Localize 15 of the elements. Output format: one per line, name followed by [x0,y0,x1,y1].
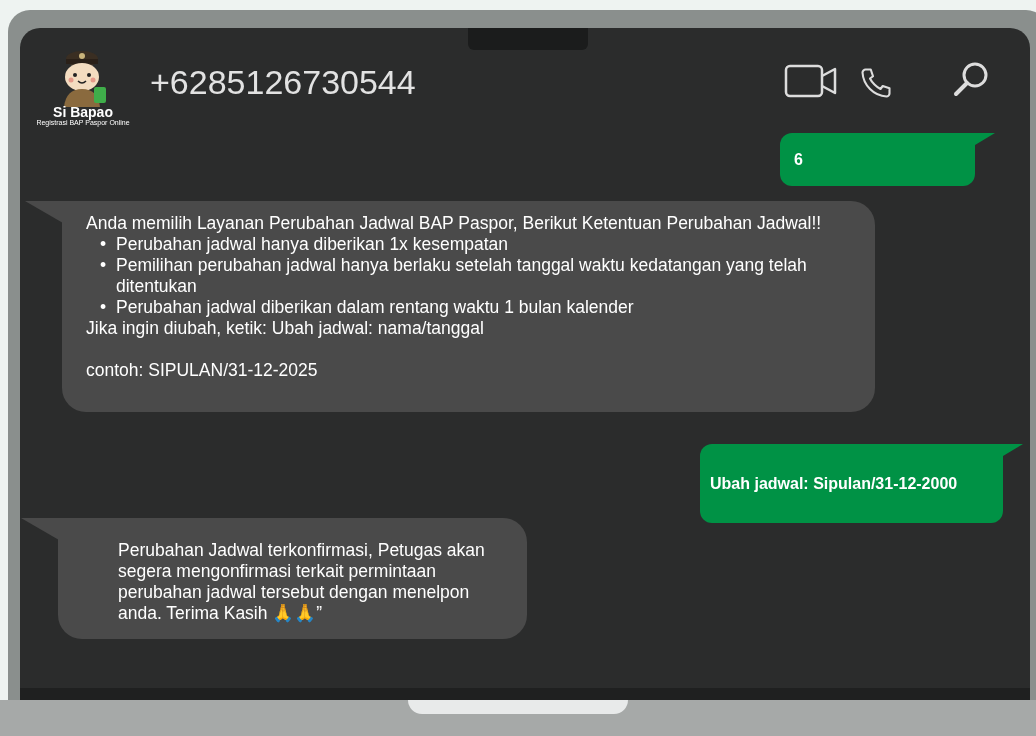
message-text: Perubahan Jadwal terkonfirmasi, Petugas akan segera mengonfirmasi terkait permintaan perubahan jadwal tersebut dengan menelpon anda. Terima Kasih 🙏🙏” [118,540,486,624]
message-text: Jika ingin diubah, ketik: Ubah jadwal: nama/tanggal [86,318,485,339]
list-item: Perubahan jadwal diberikan dalam rentang waktu 1 bulan kalender [116,297,635,318]
message-text: Anda memilih Layanan Perubahan Jadwal BAP Paspor, Berikut Ketentuan Perubahan Jadwal!! [86,213,823,234]
logo-name: Si Bapao [53,104,113,119]
message-text: 6 [794,150,804,170]
list-item: Pemilihan perubahan jadwal hanya berlaku setelah tanggal waktu kedatangan yang telah ditentukan [116,255,808,297]
message-text: contoh: SIPULAN/31-12-2025 [86,360,319,381]
message-text: Ubah jadwal: Sipulan/31-12-2000 [710,474,959,494]
bullet-marker: • [98,297,108,318]
video-call-icon[interactable] [784,63,838,98]
bullet-marker: • [98,255,108,277]
bullet-marker: • [98,234,108,255]
list-item: Perubahan jadwal hanya diberikan 1x kesempatan [116,234,510,255]
contact-number: +6285126730544 [150,63,417,103]
